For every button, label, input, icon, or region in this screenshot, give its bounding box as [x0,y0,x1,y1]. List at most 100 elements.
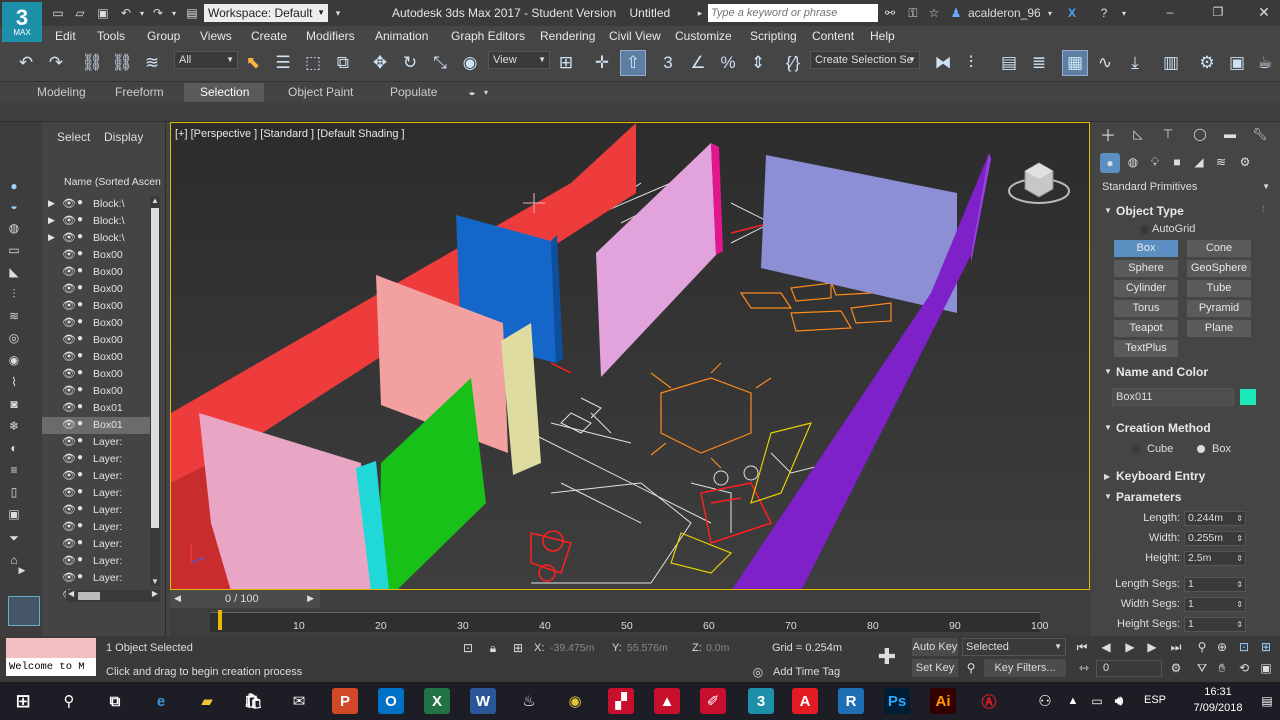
display-hidden-icon[interactable]: ◐ [6,440,22,456]
maximize-icon[interactable]: ❐ [1210,4,1226,20]
pan-icon[interactable]: ✋︎ [1214,660,1230,676]
scene-row[interactable]: ▶ 👁︎ ● Block:\ [42,196,150,213]
display-containers-icon[interactable]: ◙ [6,396,22,412]
explorer-selector-button[interactable] [8,596,40,626]
percent-snap-icon[interactable]: % [715,50,741,76]
freeze-icon[interactable]: ● [77,231,83,242]
previous-frame-icon[interactable]: ◀ [1098,639,1114,655]
cameras-icon[interactable]: ■ [1169,154,1185,170]
field-of-view-icon[interactable]: ⛛ [1194,660,1210,676]
parameters-header[interactable]: Parameters [1116,490,1181,504]
acrobat-icon[interactable]: A [792,688,818,714]
snaps-toggle-icon[interactable]: 3 [655,50,681,76]
primitive-button-plane[interactable]: Plane [1187,320,1251,337]
unlink-icon[interactable]: ⛓ [109,50,135,76]
named-selection-sets-dropdown[interactable]: Create Selection Se ▼ [810,51,920,69]
visibility-eye-icon[interactable]: 👁︎ [62,571,76,584]
freeze-icon[interactable]: ● [77,486,83,497]
photoshop-icon[interactable]: Ps [884,688,910,714]
tab-select[interactable]: Select [57,130,90,144]
goto-end-icon[interactable]: ⏭ [1168,639,1184,655]
close-icon[interactable]: ✕ [1256,4,1272,20]
freeze-icon[interactable]: ● [77,299,83,310]
scene-row[interactable]: 👁︎ ● Box00 [42,281,150,298]
visibility-eye-icon[interactable]: 👁︎ [62,214,76,227]
visibility-eye-icon[interactable]: 👁︎ [62,537,76,550]
scroll-thumb-h[interactable] [78,592,100,600]
y-coordinate[interactable]: 55.576m [627,642,679,654]
visibility-eye-icon[interactable]: 👁︎ [62,299,76,312]
zoom-extents-all-icon[interactable]: ⊞ [1258,639,1274,655]
primitive-button-box[interactable]: Box [1114,240,1178,257]
spinner-arrows-icon[interactable]: ⇕ [1236,512,1243,525]
visibility-eye-icon[interactable]: 👁︎ [62,503,76,516]
align-icon[interactable]: ⫶ [958,50,984,76]
pdf-reader-icon[interactable]: ▲ [654,688,680,714]
expand-arrow-icon[interactable]: ▶ [48,215,55,226]
scene-row[interactable]: 👁︎ ● Box01 [42,400,150,417]
menu-rendering[interactable]: Rendering [540,29,595,43]
menu-help[interactable]: Help [870,29,895,43]
freeze-icon[interactable]: ● [77,452,83,463]
visibility-eye-icon[interactable]: 👁︎ [62,231,76,244]
time-marker[interactable] [218,610,222,630]
freeze-icon[interactable]: ● [77,401,83,412]
display-bones-icon[interactable]: ⌇ [6,374,22,390]
lights-icon[interactable]: 💡︎ [1147,154,1163,170]
column-header-name[interactable]: Name (Sorted Ascen [64,176,164,192]
menu-views[interactable]: Views [200,29,232,43]
param-spinner[interactable]: 0.255m ⇕ [1184,531,1246,546]
selection-filter-dropdown[interactable]: All ▼ [174,51,238,69]
display-none-filter-icon[interactable]: ▯ [6,484,22,500]
scene-row[interactable]: 👁︎● Layer: [42,553,150,570]
tab-freeform[interactable]: Freeform [115,85,164,99]
systems-icon[interactable]: ⚙ [1237,154,1253,170]
x-coordinate[interactable]: -39.475m [550,642,602,654]
visibility-eye-icon[interactable]: 👁︎ [62,282,76,295]
people-icon[interactable]: ⚇ [1032,688,1058,714]
visibility-eye-icon[interactable]: 👁︎ [62,452,76,465]
display-tab-icon[interactable]: ▬ [1222,126,1238,142]
menu-scripting[interactable]: Scripting [750,29,797,43]
search-input[interactable] [708,4,878,22]
param-spinner[interactable]: 0.244m ⇕ [1184,511,1246,526]
orbit-icon[interactable]: ⟲ [1236,660,1252,676]
tab-modeling[interactable]: Modeling [37,85,86,99]
keyboard-entry-header[interactable]: Keyboard Entry [1116,469,1205,483]
display-groups-icon[interactable]: ◎ [6,330,22,346]
subscription-icon[interactable]: ⚿ [905,5,921,21]
undo-dropdown-icon[interactable]: ▾ [134,5,150,21]
redo-icon[interactable]: ↷ [150,5,166,21]
username[interactable]: acalderon_96 [968,6,1041,20]
mirror-icon[interactable]: ⧓ [930,50,956,76]
open-folder-icon[interactable]: ▱ [72,5,88,21]
layer-explorer-icon[interactable]: ▤ [996,50,1022,76]
scene-row[interactable]: 👁︎ ● Box00 [42,315,150,332]
primitive-button-textplus[interactable]: TextPlus [1114,340,1178,357]
geometry-icon[interactable]: ● [1100,153,1120,173]
visibility-eye-icon[interactable]: 👁︎ [62,554,76,567]
scene-row[interactable]: 👁︎ ● Box00 [42,247,150,264]
slider-next-icon[interactable]: ▶ [307,593,314,604]
create-tab-icon[interactable]: ＋ [1100,126,1116,145]
param-spinner[interactable]: 1 ⇕ [1184,577,1246,592]
menu-create[interactable]: Create [251,29,287,43]
action-center-icon[interactable]: ▤ [1254,688,1280,714]
pivot-center-icon[interactable]: ⊞ [553,50,579,76]
visibility-eye-icon[interactable]: 👁︎ [62,265,76,278]
primitive-button-teapot[interactable]: Teapot [1114,320,1178,337]
help-dropdown-icon[interactable]: ▾ [1116,5,1132,21]
primitive-button-pyramid[interactable]: Pyramid [1187,300,1251,317]
autogrid-checkbox[interactable] [1140,225,1149,234]
goto-start-icon[interactable]: ⏮ [1074,639,1090,655]
visibility-eye-icon[interactable]: 👁︎ [62,367,76,380]
help-icon[interactable]: ? [1096,5,1112,21]
rollout-collapse-icon[interactable]: ▼ [1104,423,1112,432]
isolate-selection-icon[interactable]: ⊡ [460,640,476,656]
autocad-icon[interactable]: Ⓐ [976,688,1002,714]
expand-panel-icon[interactable]: ▶ [14,562,30,578]
scene-row[interactable]: 👁︎● Layer: [42,468,150,485]
zoom-extents-icon[interactable]: ⊡ [1236,639,1252,655]
3dsmax-taskbar-icon[interactable]: 3 [748,688,774,714]
select-object-icon[interactable]: ⬉ [240,50,266,76]
